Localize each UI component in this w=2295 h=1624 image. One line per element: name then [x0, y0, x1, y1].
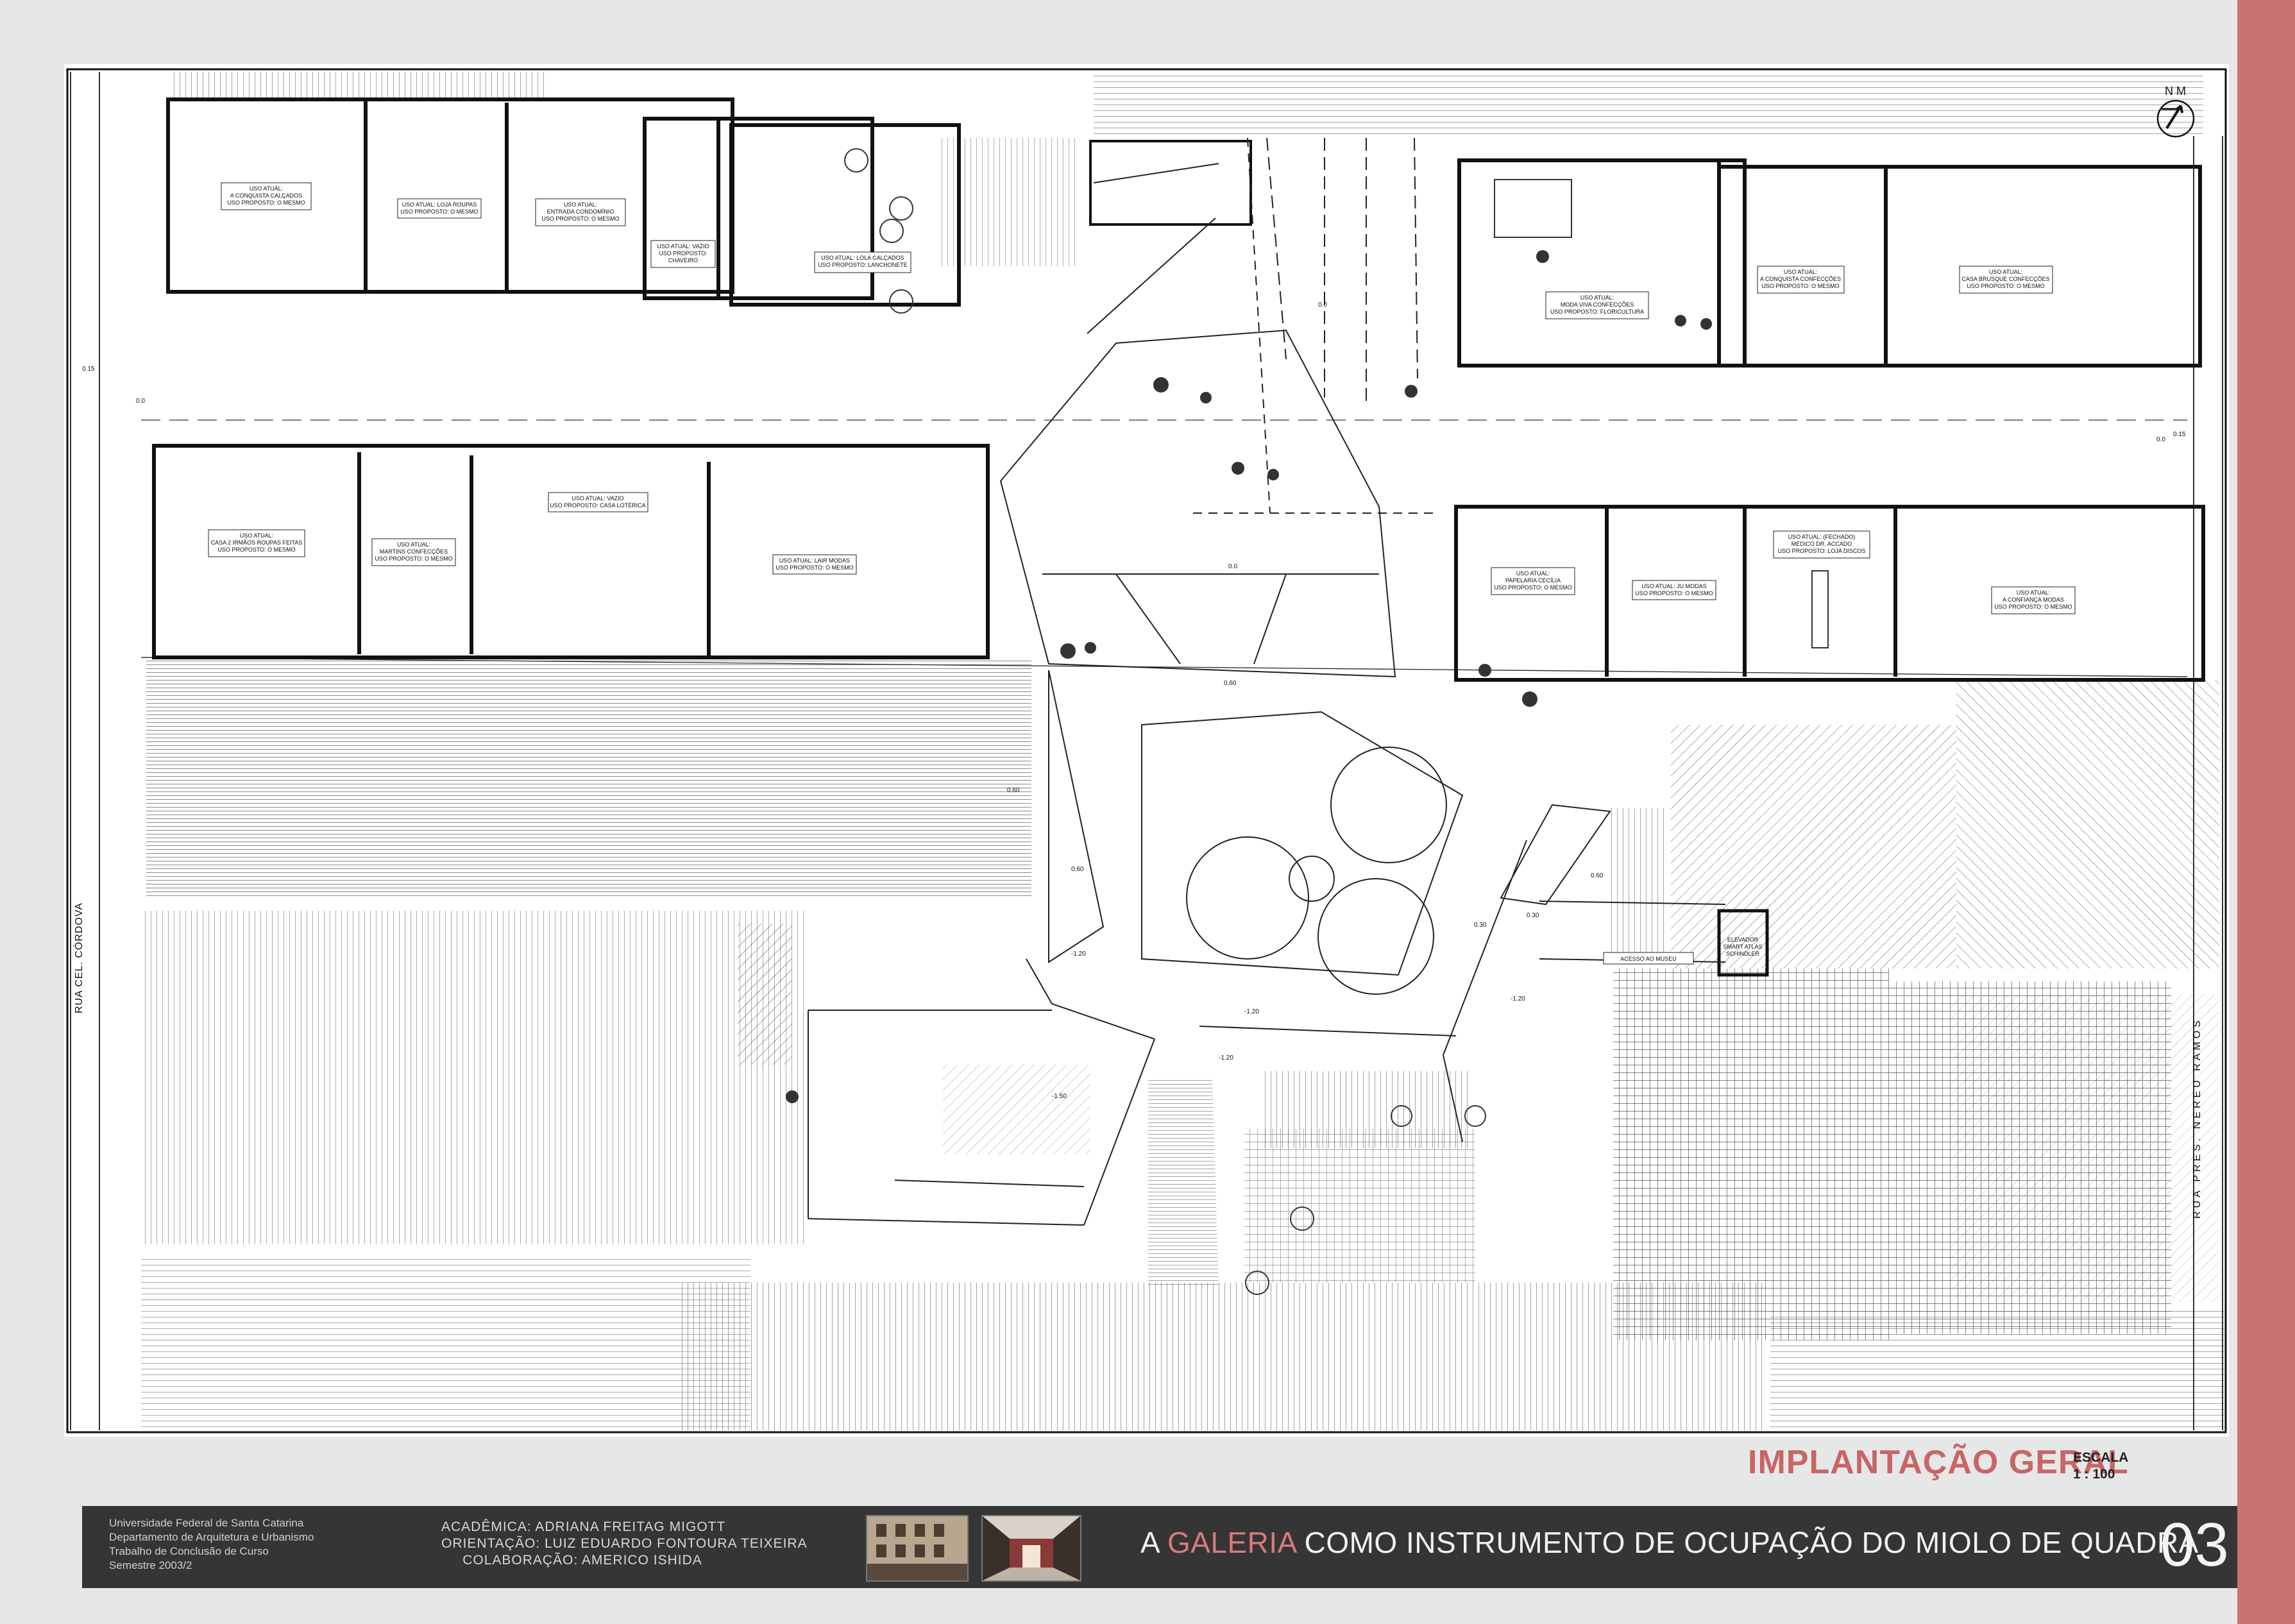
drawing-sheet: USO ATUAL: A CONQUISTA CALÇADOS USO PROPOS… [64, 64, 2229, 1437]
svg-text:N M: N M [2165, 85, 2186, 97]
photo-thumbnail-corridor [981, 1515, 1081, 1582]
scale-block: ESCALA 1 : 100 [2073, 1450, 2128, 1483]
project-title: A GALERIA COMO INSTRUMENTO DE OCUPAÇÃO D… [1140, 1525, 2199, 1560]
institution-line: Semestre 2003/2 [109, 1559, 192, 1571]
credit-line: ORIENTAÇÃO: LUIZ EDUARDO FONTOURA TEIXEI… [441, 1536, 808, 1551]
room-label: USO ATUAL: CASA BRUSQUE CONFECÇÕES USO PRO… [1959, 266, 2053, 294]
side-accent-bar [2237, 0, 2295, 1624]
project-title-accent: GALERIA [1167, 1526, 1296, 1559]
room-label: USO ATUAL: A CONFIANÇA MODAS USO PROPOSTO:… [1991, 586, 2076, 614]
svg-text:0.60: 0.60 [1224, 680, 1237, 687]
photo-thumbnail-building [866, 1515, 969, 1582]
credit-line: COLABORAÇÃO: AMERICO ISHIDA [462, 1553, 702, 1568]
page-number: 03 [2160, 1510, 2229, 1579]
svg-text:-1.20: -1.20 [1244, 1008, 1259, 1015]
svg-text:0.0: 0.0 [136, 398, 145, 405]
site-plan: USO ATUAL: A CONQUISTA CALÇADOS USO PROPOS… [66, 68, 2227, 1434]
svg-text:0.15: 0.15 [2173, 431, 2186, 438]
room-label: USO ATUAL: VAZIO USO PROPOSTO: CHAVEIRO [650, 240, 716, 268]
credit-line: ACADÊMICA: ADRIANA FREITAG MIGOTT [441, 1519, 726, 1534]
svg-text:0.15: 0.15 [82, 366, 95, 373]
room-label: USO ATUAL: CASA 2 IRMÃOS ROUPAS FEITAS USO… [208, 529, 305, 557]
room-label: USO ATUAL: LAIR MODAS USO PROPOSTO: O MES… [772, 554, 857, 575]
svg-text:0.60: 0.60 [1007, 787, 1020, 794]
svg-text:0.60: 0.60 [1591, 872, 1604, 879]
svg-text:USO ATUAL: LOJA ROUPASUSO PROP: USO ATUAL: LOJA ROUPAS USO PROPOSTO: O ME… [400, 201, 478, 215]
room-label: USO ATUAL: JU MODAS USO PROPOSTO: O MESMO [1632, 580, 1716, 600]
svg-text:USO ATUAL: LAIR MODASUSO PROPO: USO ATUAL: LAIR MODAS USO PROPOSTO: O MES… [775, 557, 853, 571]
institution-line: Departamento de Arquitetura e Urbanismo [109, 1531, 314, 1543]
title-block: Universidade Federal de Santa Catarina D… [82, 1506, 2237, 1588]
institution-line: Trabalho de Conclusão de Curso [109, 1545, 269, 1557]
svg-text:ELEVADORSMART ATLASSCHINDLER: ELEVADOR SMART ATLAS SCHINDLER [1723, 936, 1762, 957]
trees [1186, 747, 1447, 995]
room-label: USO ATUAL: LOJA ROUPAS USO PROPOSTO: O ME… [397, 198, 482, 219]
street-name-right: RUA PRES. NEREU RAMOS [2192, 1017, 2203, 1219]
room-label: USO ATUAL: A CONQUISTA CALÇADOS USO PROPOS… [221, 182, 312, 210]
svg-text:0.0: 0.0 [1318, 301, 1327, 309]
svg-text:-1.20: -1.20 [1219, 1054, 1233, 1062]
room-label: USO ATUAL: A CONQUISTA CONFECÇÕES USO PROP… [1757, 266, 1845, 294]
room-label: ELEVADOR SMART ATLAS SCHINDLER [1723, 936, 1762, 957]
room-label: USO ATUAL: VAZIO USO PROPOSTO: CASA LOTÉR… [548, 492, 648, 512]
svg-text:0.0: 0.0 [1228, 563, 1237, 570]
room-label: USO ATUAL: (FECHADO) MÉDICO DR. ACCADO USO… [1773, 530, 1870, 559]
room-label: USO ATUAL: ENTRADA CONDOMÍNIO USO PROPOSTO… [535, 198, 626, 226]
room-label: USO ATUAL: LOLA CALÇADOS USO PROPOSTO: LA… [814, 251, 911, 273]
room-label: ACESSO AO MUSEU [1603, 952, 1694, 965]
scale-label: ESCALA [2073, 1450, 2129, 1465]
svg-text:-1.20: -1.20 [1071, 951, 1086, 958]
svg-text:USO ATUAL: JU MODASUSO PROPOST: USO ATUAL: JU MODAS USO PROPOSTO: O MESMO [1635, 583, 1713, 596]
room-label: USO ATUAL: MARTINS CONFECÇÕES USO PROPOSTO… [371, 538, 456, 566]
drawing-title: IMPLANTAÇÃO GERAL [1748, 1444, 2129, 1481]
svg-text:ACESSO AO MUSEU: ACESSO AO MUSEU [1620, 956, 1677, 962]
scale-value: 1 : 100 [2073, 1467, 2115, 1482]
credits-block: ACADÊMICA: ADRIANA FREITAG MIGOTT ORIENT… [441, 1519, 808, 1569]
institution-line: Universidade Federal de Santa Catarina [109, 1517, 304, 1529]
svg-text:0.0: 0.0 [2156, 436, 2165, 443]
svg-text:0.30: 0.30 [1474, 922, 1487, 929]
roof-hatching [141, 72, 2226, 1430]
street-name-left: RUA CEL. CÓRDOVA [72, 902, 85, 1013]
svg-text:USO ATUAL: LOLA CALÇADOSUSO PR: USO ATUAL: LOLA CALÇADOS USO PROPOSTO: LA… [818, 255, 907, 268]
room-label: USO ATUAL: MODA VIVA CONFECÇÕES USO PROPOS… [1545, 291, 1649, 319]
institution-block: Universidade Federal de Santa Catarina D… [109, 1516, 314, 1573]
svg-text:-1.50: -1.50 [1052, 1093, 1067, 1100]
project-title-prefix: A [1140, 1526, 1167, 1559]
room-label: USO ATUAL: PAPELARIA CECÍLIA USO PROPOSTO:… [1491, 567, 1575, 595]
svg-text:0.30: 0.30 [1527, 912, 1539, 919]
svg-text:0.60: 0.60 [1071, 866, 1084, 873]
svg-text:-1.20: -1.20 [1511, 995, 1525, 1002]
project-title-suffix: COMO INSTRUMENTO DE OCUPAÇÃO DO MIOLO DE… [1296, 1526, 2199, 1559]
